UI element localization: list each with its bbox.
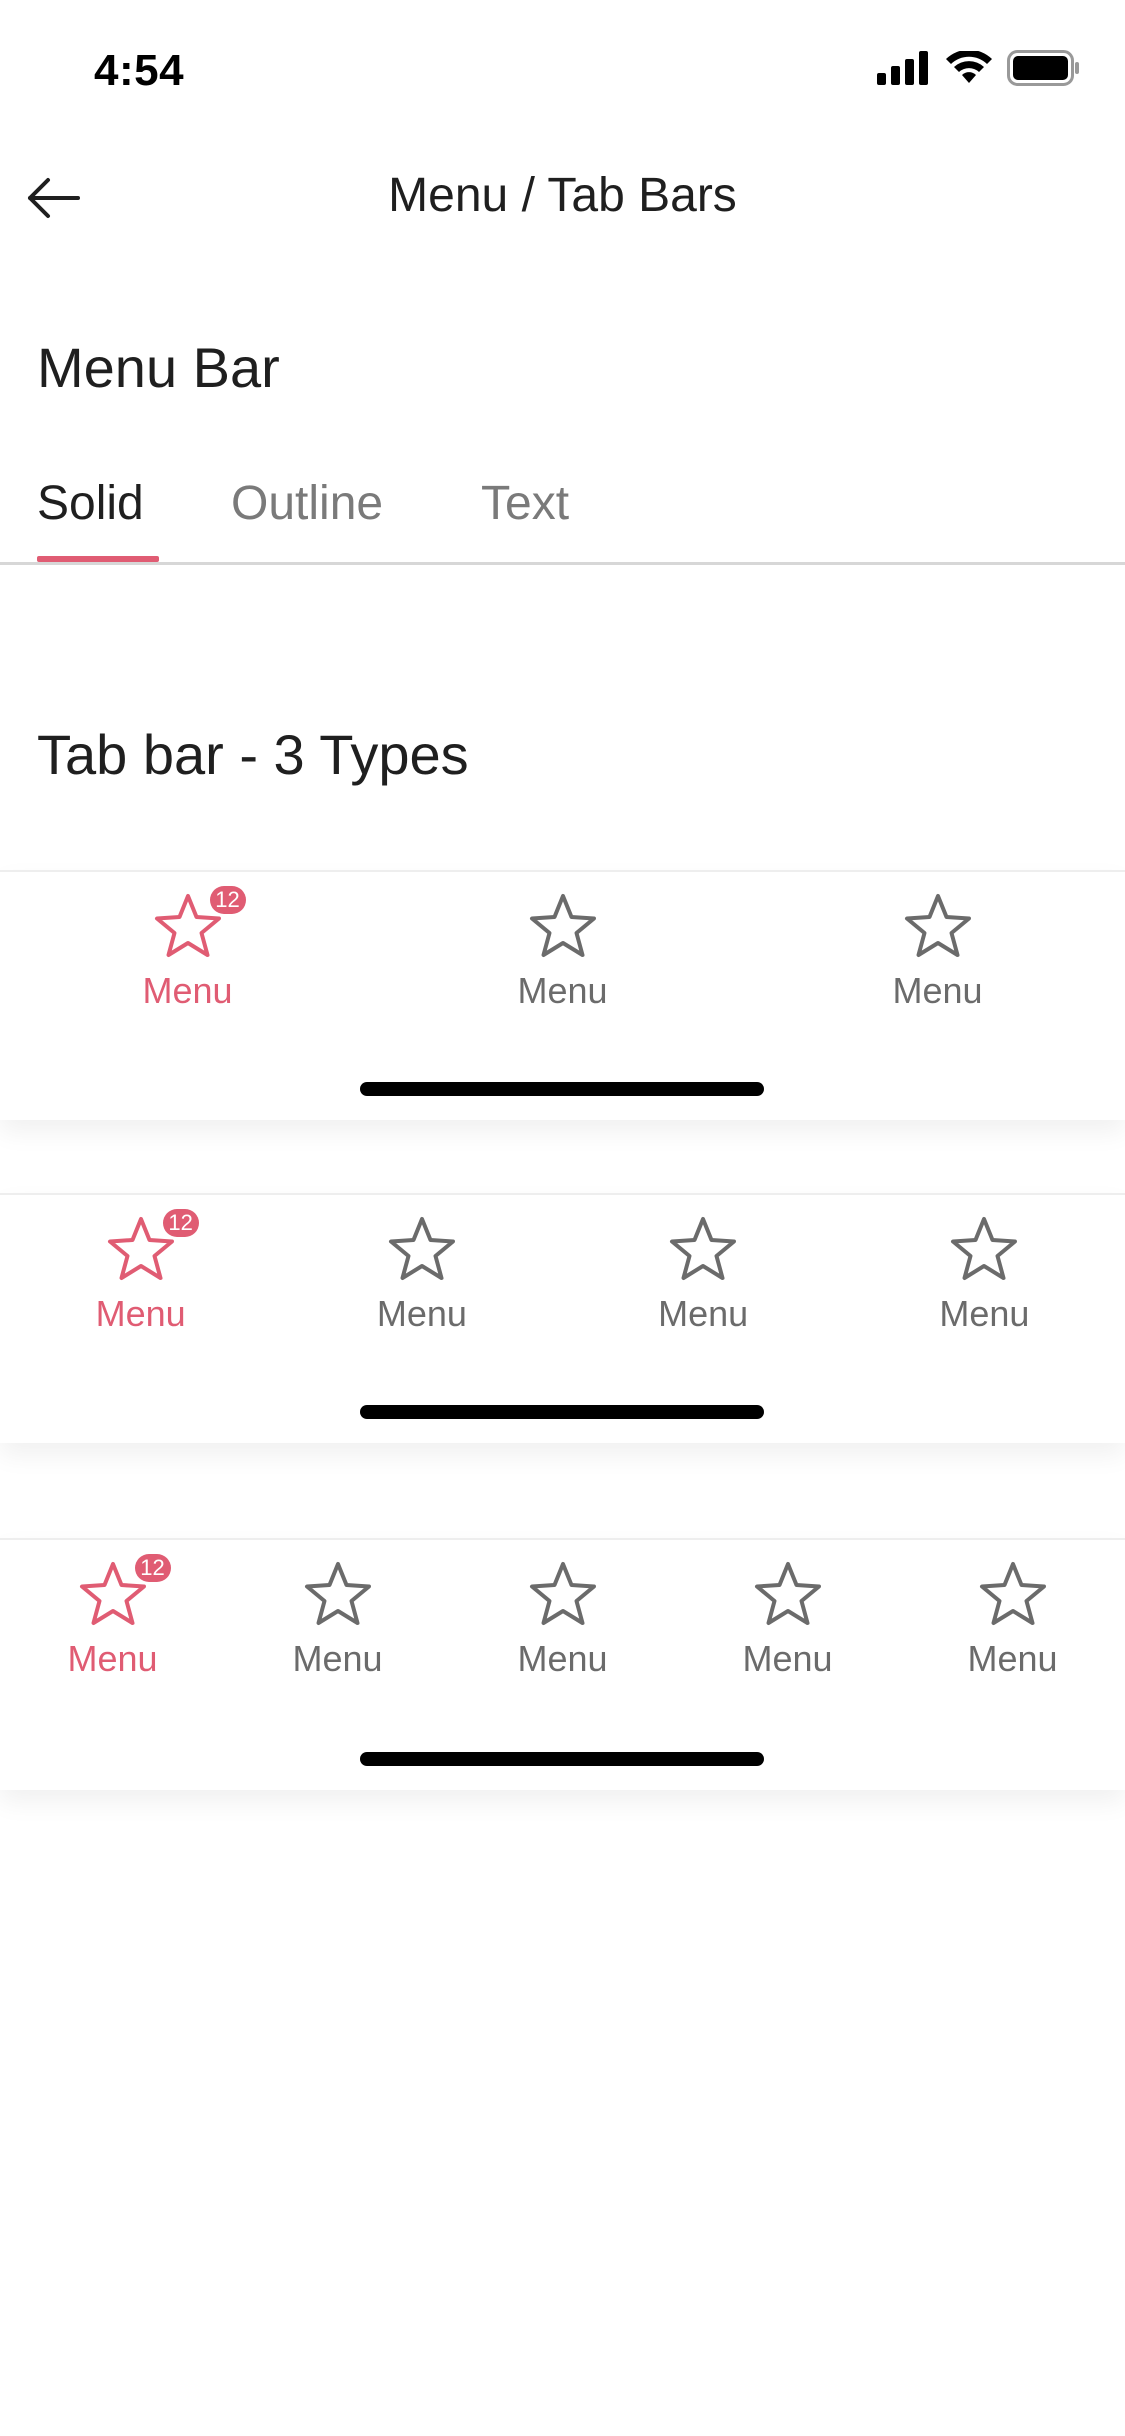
notification-badge: 12 — [134, 1554, 171, 1582]
tab-item-menu[interactable]: 12 Menu — [95, 1209, 199, 1335]
notification-badge: 12 — [162, 1209, 199, 1237]
tab-bar-items: 12 Menu Menu Menu Menu Menu — [0, 1554, 1125, 1680]
tab-item-label: Menu — [517, 970, 608, 1011]
menu-bar-heading: Menu Bar — [37, 336, 280, 399]
tab-outline[interactable]: Outline — [231, 476, 383, 559]
tab-bar-4-items: 12 Menu Menu Menu Menu — [0, 1193, 1125, 1443]
star-icon — [975, 1558, 1051, 1634]
tab-item-label: Menu — [742, 1638, 833, 1679]
tab-solid[interactable]: Solid — [37, 476, 144, 559]
tab-bar-items: 12 Menu Menu Menu — [0, 886, 1125, 1012]
tab-bar-5-items: 12 Menu Menu Menu Menu Menu — [0, 1538, 1125, 1790]
tab-item-menu[interactable]: Menu — [292, 1558, 383, 1680]
tab-item-label: Menu — [939, 1293, 1030, 1334]
tab-bar-3-items: 12 Menu Menu Menu — [0, 870, 1125, 1120]
notification-badge: 12 — [209, 886, 246, 914]
tab-item-label: Menu — [67, 1638, 158, 1679]
status-icons — [877, 49, 1081, 91]
active-tab-indicator — [37, 556, 159, 562]
tab-item-label: Menu — [892, 970, 983, 1011]
tab-item-label: Menu — [658, 1293, 749, 1334]
star-icon — [900, 890, 976, 966]
tab-item-label: Menu — [376, 1293, 467, 1334]
tab-item-menu[interactable]: 12 Menu — [67, 1554, 171, 1680]
star-icon — [384, 1213, 460, 1289]
star-icon — [750, 1558, 826, 1634]
tab-item-menu[interactable]: Menu — [377, 1213, 467, 1335]
cellular-signal-icon — [877, 51, 931, 90]
tab-item-menu[interactable]: Menu — [939, 1213, 1029, 1335]
wifi-icon — [945, 49, 993, 90]
home-indicator — [360, 1752, 764, 1766]
star-icon: 12 — [75, 1554, 171, 1634]
tab-item-menu[interactable]: 12 Menu — [142, 886, 246, 1012]
tab-item-label: Menu — [95, 1293, 186, 1334]
tab-item-label: Menu — [967, 1638, 1058, 1679]
tab-item-menu[interactable]: Menu — [517, 890, 608, 1012]
navigation-bar: Menu / Tab Bars — [0, 140, 1125, 260]
tab-bar-items: 12 Menu Menu Menu Menu — [0, 1209, 1125, 1335]
tab-item-label: Menu — [517, 1638, 608, 1679]
star-icon: 12 — [150, 886, 246, 966]
tab-item-menu[interactable]: Menu — [742, 1558, 833, 1680]
home-indicator — [360, 1082, 764, 1096]
tab-text[interactable]: Text — [481, 476, 569, 559]
tab-item-label: Menu — [292, 1638, 383, 1679]
tab-item-menu[interactable]: Menu — [892, 890, 983, 1012]
battery-icon — [1007, 50, 1081, 91]
star-icon — [525, 890, 601, 966]
home-indicator — [360, 1405, 764, 1419]
menu-bar-tabs: Solid Outline Text — [0, 460, 1125, 565]
tab-item-menu[interactable]: Menu — [517, 1558, 608, 1680]
status-time: 4:54 — [94, 46, 185, 95]
status-bar: 4:54 — [0, 0, 1125, 140]
page-title: Menu / Tab Bars — [388, 169, 737, 222]
tab-item-menu[interactable]: Menu — [658, 1213, 748, 1335]
star-icon — [300, 1558, 376, 1634]
star-icon: 12 — [103, 1209, 199, 1289]
star-icon — [525, 1558, 601, 1634]
star-icon — [665, 1213, 741, 1289]
tab-bar-heading: Tab bar - 3 Types — [37, 723, 469, 786]
tab-item-menu[interactable]: Menu — [967, 1558, 1058, 1680]
tab-item-label: Menu — [142, 970, 233, 1011]
star-icon — [946, 1213, 1022, 1289]
